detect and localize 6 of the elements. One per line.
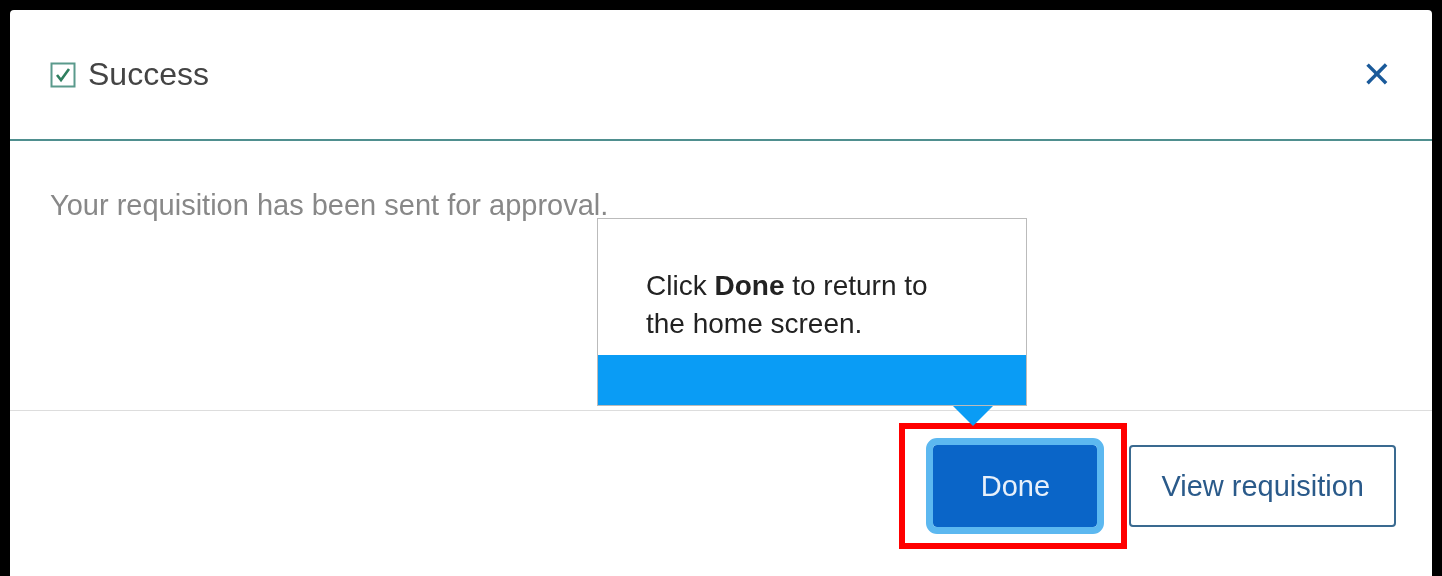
tooltip-pointer — [953, 406, 993, 426]
message-text: Your requisition has been sent for approval. — [50, 189, 609, 221]
dialog-title: Success — [88, 56, 210, 93]
view-button[interactable]: View requisition — [1129, 445, 1396, 527]
close-button[interactable]: ✕ — [1361, 54, 1392, 95]
tooltip-text: Click Done to return to the home screen. — [645, 269, 929, 341]
